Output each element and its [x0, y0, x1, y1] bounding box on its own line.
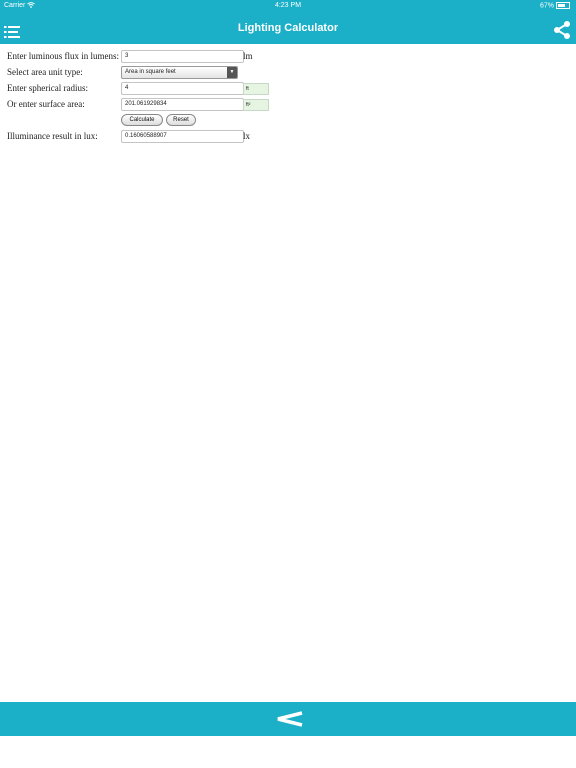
dropdown-arrow-icon: ▼ [227, 67, 237, 78]
flux-label: Enter luminous flux in lumens: [7, 51, 119, 61]
flux-unit: lm [243, 51, 253, 61]
area-unit-label: Select area unit type: [7, 67, 83, 77]
result-output[interactable]: 0.16060588907 [121, 130, 244, 143]
radius-label: Enter spherical radius: [7, 83, 88, 93]
surface-unit: ft² [243, 99, 269, 111]
result-unit: lx [243, 131, 251, 141]
area-unit-select[interactable]: Area in square feet ▼ [121, 66, 238, 79]
area-unit-selected: Area in square feet [125, 69, 176, 75]
status-time: 4:23 PM [274, 2, 302, 9]
surface-label: Or enter surface area: [7, 99, 85, 109]
radius-unit: ft [243, 83, 269, 95]
page-title: Lighting Calculator [237, 22, 339, 34]
battery-icon [556, 2, 570, 9]
nav-bar: Lighting Calculator [0, 12, 576, 44]
flux-input[interactable]: 3 [121, 50, 244, 63]
radius-input[interactable]: 4 [121, 82, 244, 95]
surface-input[interactable]: 201.061929834 [121, 98, 244, 111]
reset-button[interactable]: Reset [166, 114, 196, 126]
calculate-button[interactable]: Calculate [121, 114, 163, 126]
bottom-toolbar [0, 702, 576, 736]
status-bar: Carrier 4:23 PM 67% [0, 0, 576, 12]
back-chevron-icon[interactable] [274, 711, 304, 727]
result-label: Illuminance result in lux: [7, 131, 98, 141]
share-icon[interactable] [553, 21, 571, 39]
battery-status: 67% [540, 2, 570, 9]
